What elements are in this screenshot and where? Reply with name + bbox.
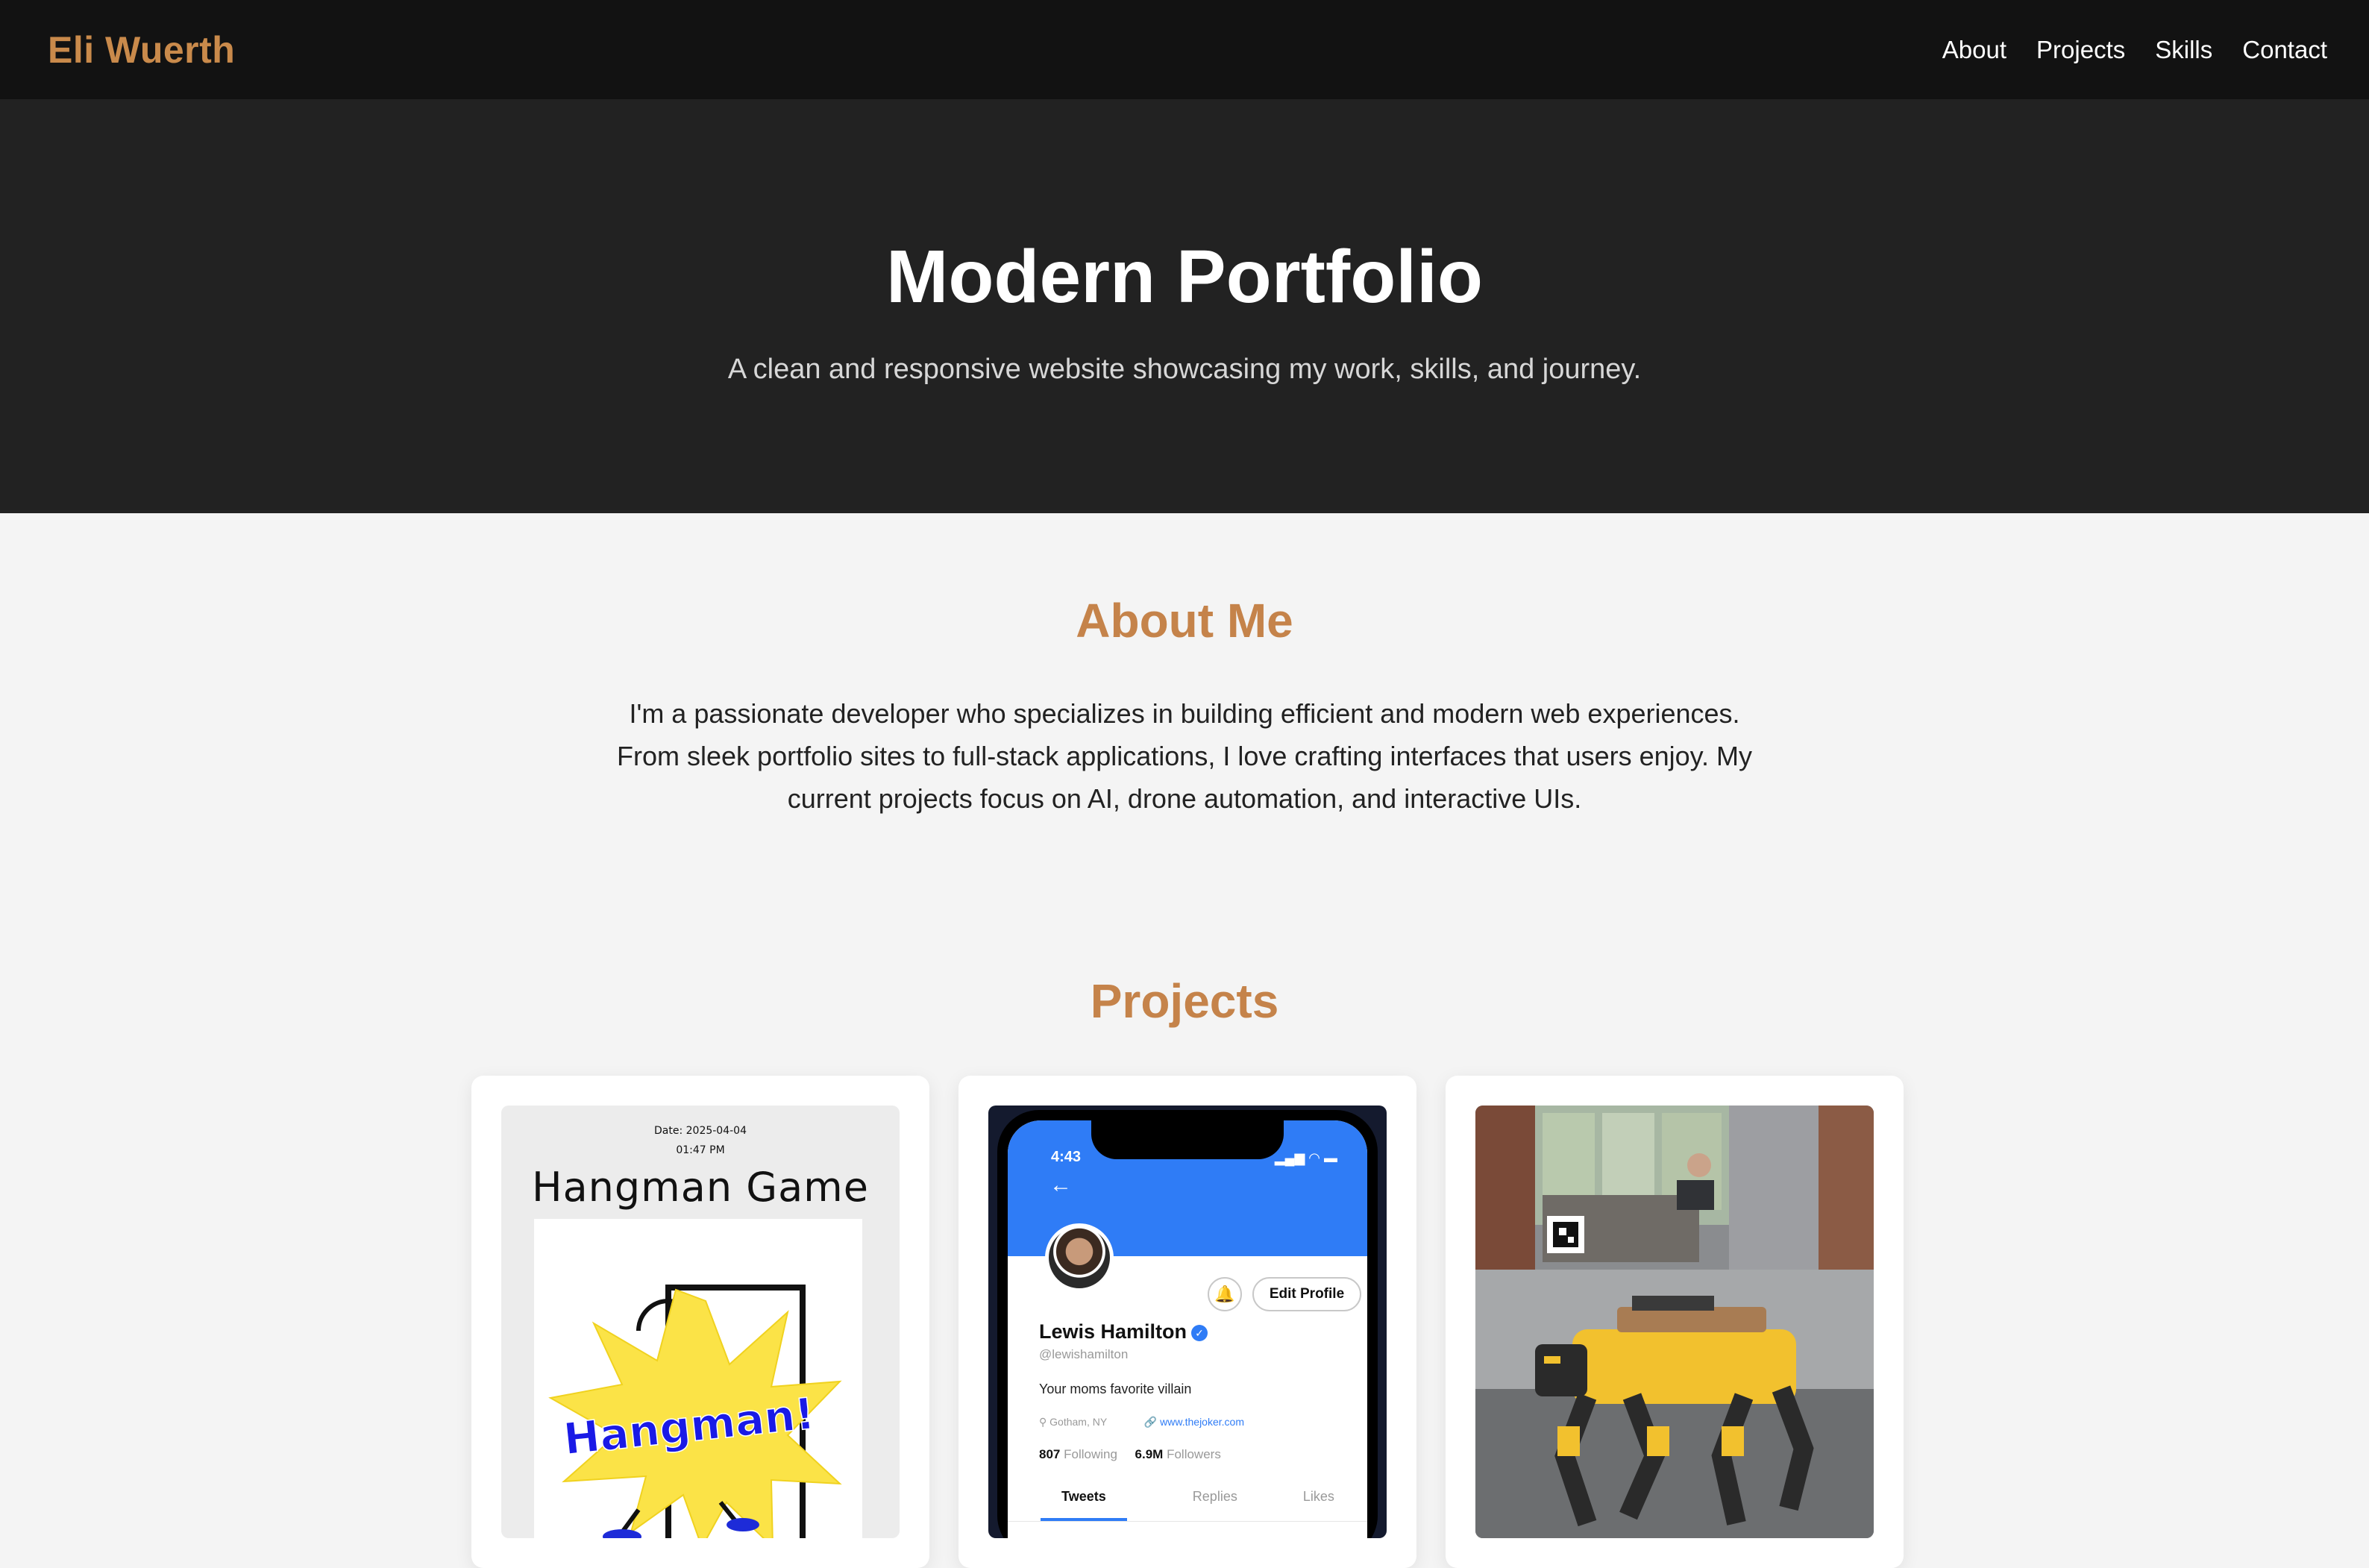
phone-clock: 4:43 <box>1051 1149 1082 1165</box>
followers-label: Followers <box>1167 1447 1221 1461</box>
navbar: Eli Wuerth About Projects Skills Contact <box>0 0 2369 99</box>
phone-screen: 4:43 ▂▄▆ ◠ ▬ ← 🔔 Edit Profile Lewis Hami… <box>1008 1120 1367 1538</box>
profile-link: 🔗 www.thejoker.com <box>1144 1416 1244 1428</box>
notification-bell-icon: 🔔 <box>1208 1277 1242 1311</box>
hero-title: Modern Portfolio <box>886 235 1483 319</box>
nav-link-projects[interactable]: Projects <box>2036 36 2125 64</box>
hero-section: Modern Portfolio A clean and responsive … <box>0 99 2369 513</box>
hangman-title: Hangman Game <box>531 1164 870 1211</box>
hero-subtitle: A clean and responsive website showcasin… <box>727 354 1642 385</box>
profile-tabs: Tweets Replies Likes <box>1008 1484 1367 1522</box>
hangman-logo-graphic: Hangman! <box>548 1285 842 1538</box>
hangman-time: 01:47 PM <box>676 1144 725 1156</box>
profile-meta: ⚲ Gotham, NY 🔗 www.thejoker.com <box>1039 1416 1244 1429</box>
profile-stats: 807 Following 6.9M Followers <box>1039 1447 1221 1462</box>
back-arrow-icon: ← <box>1049 1173 1072 1197</box>
phone-notch <box>1091 1120 1284 1159</box>
hangman-board: Hangman! <box>534 1219 862 1538</box>
nav-link-contact[interactable]: Contact <box>2242 36 2327 64</box>
following-label: Following <box>1064 1447 1117 1461</box>
phone-frame: 4:43 ▂▄▆ ◠ ▬ ← 🔔 Edit Profile Lewis Hami… <box>997 1110 1378 1538</box>
profile-link-text: www.thejoker.com <box>1160 1416 1244 1428</box>
location-icon: ⚲ <box>1039 1416 1047 1428</box>
link-icon: 🔗 <box>1143 1416 1158 1428</box>
nav-links: About Projects Skills Contact <box>1942 36 2327 64</box>
profile-name-row: Lewis Hamilton ✓ <box>1039 1320 1208 1343</box>
nav-link-about[interactable]: About <box>1942 36 2006 64</box>
profile-bio: Your moms favorite villain <box>1039 1382 1192 1396</box>
signal-wifi-battery-icon: ▂▄▆ ◠ ▬ <box>1274 1150 1337 1165</box>
avatar <box>1045 1223 1114 1292</box>
robot-dog-photo <box>1475 1106 1874 1538</box>
profile-location: Gotham, NY <box>1049 1416 1107 1428</box>
following-count: 807 <box>1039 1447 1061 1461</box>
brand-logo[interactable]: Eli Wuerth <box>48 28 235 72</box>
robot-dog-illustration <box>1475 1106 1874 1538</box>
project-card-twitter-clone[interactable]: 4:43 ▂▄▆ ◠ ▬ ← 🔔 Edit Profile Lewis Hami… <box>958 1076 1416 1568</box>
profile-name: Lewis Hamilton <box>1039 1320 1187 1343</box>
tab-tweets: Tweets <box>1041 1484 1127 1521</box>
project-card-hangman[interactable]: Date: 2025-04-04 01:47 PM Hangman Game H… <box>471 1076 929 1568</box>
nav-link-skills[interactable]: Skills <box>2155 36 2212 64</box>
tab-replies: Replies <box>1192 1489 1237 1504</box>
hangman-date: Date: 2025-04-04 <box>654 1125 747 1137</box>
about-text: I'm a passionate developer who specializ… <box>617 698 1752 814</box>
verified-badge-icon: ✓ <box>1191 1324 1208 1341</box>
followers-count: 6.9M <box>1135 1447 1164 1461</box>
twitter-clone-screenshot: 4:43 ▂▄▆ ◠ ▬ ← 🔔 Edit Profile Lewis Hami… <box>988 1106 1387 1538</box>
edit-profile-button: Edit Profile <box>1252 1277 1361 1311</box>
hangman-screenshot: Date: 2025-04-04 01:47 PM Hangman Game H… <box>501 1106 900 1538</box>
project-card-robot-dog[interactable] <box>1446 1076 1904 1568</box>
about-heading: About Me <box>1076 594 1293 647</box>
profile-handle: @lewishamilton <box>1039 1347 1129 1361</box>
projects-heading: Projects <box>1090 974 1279 1028</box>
tab-likes: Likes <box>1302 1489 1334 1504</box>
